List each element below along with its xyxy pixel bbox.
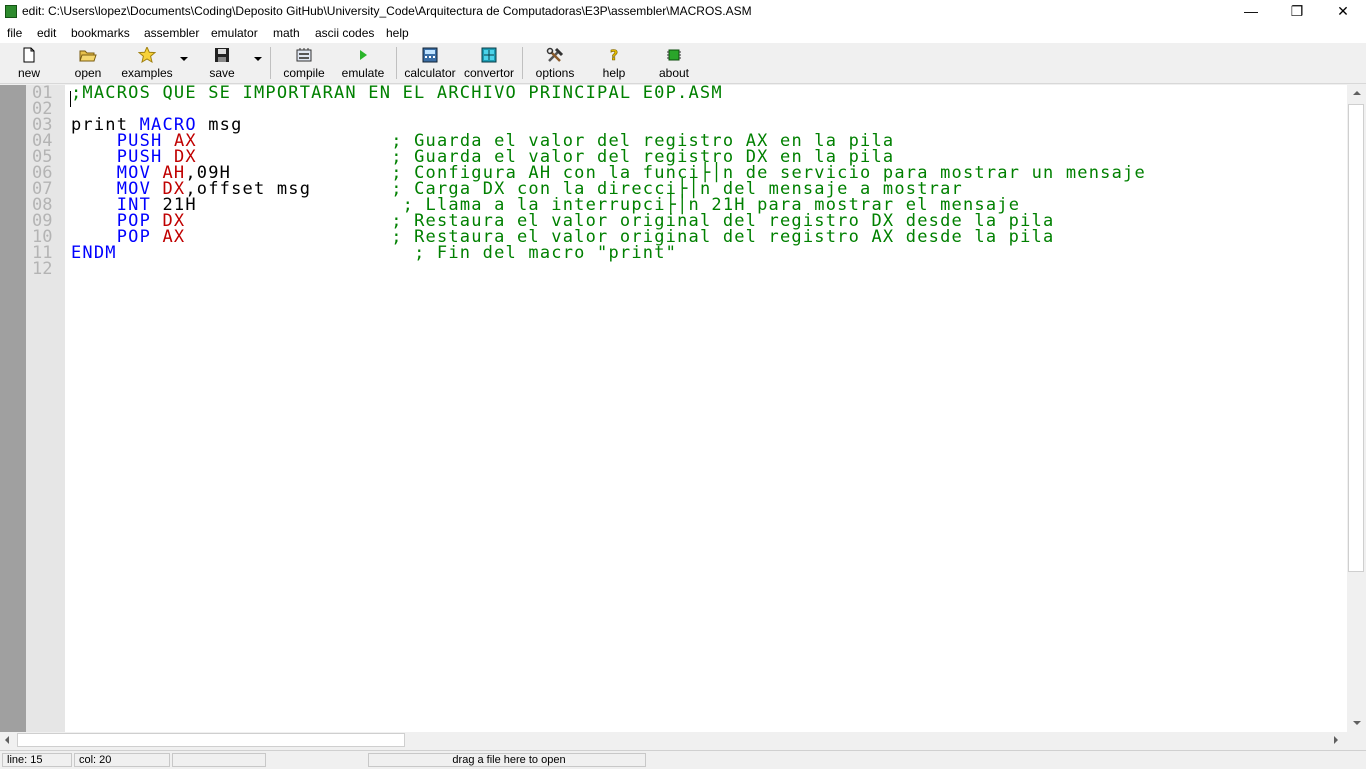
scroll-right-icon[interactable] [1334,736,1338,744]
star-icon [137,45,157,64]
status-col: col: 20 [74,753,170,767]
arrow-down-icon [1353,721,1361,725]
examples-label: examples [121,66,173,80]
open-button[interactable]: open [68,45,108,81]
save-button[interactable]: save [204,45,240,81]
save-label: save [209,66,235,80]
calculator-icon [421,47,439,63]
menu-bookmarks[interactable]: bookmarks [71,26,130,40]
svg-text:?: ? [610,48,618,63]
convertor-label: convertor [463,66,515,80]
close-button[interactable]: ✕ [1320,0,1366,23]
open-folder-icon [79,47,97,63]
scroll-up-button[interactable] [1347,85,1366,102]
about-button[interactable]: about [654,45,694,81]
menu-math[interactable]: math [273,26,300,40]
emulate-label: emulate [341,66,385,80]
compile-button[interactable]: compile [280,45,328,81]
scroll-down-button[interactable] [1347,715,1366,732]
menu-file[interactable]: file [7,26,22,40]
vertical-scrollbar[interactable] [1347,85,1366,732]
status-empty-panel [172,753,266,767]
code-line[interactable]: ;MACROS QUE SE IMPORTARAN EN EL ARCHIVO … [71,83,723,103]
horizontal-scroll-thumb[interactable] [17,733,405,747]
line-number: 12 [32,259,53,279]
new-label: new [17,66,40,80]
code-line[interactable]: ENDM ; Fin del macro "print" [71,243,678,263]
help-label: help [602,66,626,80]
toolbar-separator [270,47,271,79]
convertor-button[interactable]: convertor [462,45,516,81]
save-dropdown-icon[interactable] [254,57,262,61]
scroll-left-icon[interactable] [5,736,9,744]
app-icon [5,5,17,18]
status-bar: line: 15 col: 20 drag a file here to ope… [0,750,1366,769]
new-button[interactable]: new [10,45,48,81]
code-token: ;MACROS QUE SE IMPORTARAN EN EL ARCHIVO … [71,83,723,103]
code-token: ; Fin del macro "print" [414,243,678,263]
text-caret [70,91,71,107]
vertical-scroll-thumb[interactable] [1348,104,1364,572]
status-line: line: 15 [2,753,72,767]
arrow-up-icon [1353,91,1361,95]
toolbar-separator [396,47,397,79]
help-button[interactable]: ? help [598,45,630,81]
menu-bar: file edit bookmarks assembler emulator m… [0,23,1366,43]
minimize-button[interactable]: — [1228,0,1274,23]
convertor-icon [480,47,498,63]
menu-ascii-codes[interactable]: ascii codes [315,26,374,40]
code-token: ENDM [71,243,117,263]
play-icon [354,47,372,63]
editor-margin [0,85,26,732]
examples-button[interactable]: examples [118,45,176,81]
compile-icon [295,47,313,63]
horizontal-scrollbar[interactable] [0,732,1347,749]
restore-button[interactable]: ❐ [1274,0,1320,23]
about-label: about [658,66,690,80]
options-label: options [535,66,575,80]
question-mark-icon: ? [605,47,623,65]
chip-icon [665,47,683,63]
tools-icon [546,47,564,63]
menu-assembler[interactable]: assembler [144,26,199,40]
window-title: edit: C:\Users\lopez\Documents\Coding\De… [22,4,752,18]
examples-dropdown-icon[interactable] [180,57,188,61]
options-button[interactable]: options [532,45,578,81]
floppy-disk-icon [213,47,231,63]
editor-area: 01 02 03 04 05 06 07 08 09 10 11 12 ;MACROS QUE SE I… [0,85,1366,732]
open-label: open [74,66,102,80]
menu-edit[interactable]: edit [37,26,56,40]
new-file-icon [20,47,38,63]
menu-emulator[interactable]: emulator [211,26,258,40]
title-bar: edit: C:\Users\lopez\Documents\Coding\De… [0,0,1366,23]
toolbar-separator [522,47,523,79]
status-drop-hint: drag a file here to open [368,753,646,767]
menu-help[interactable]: help [386,26,409,40]
scrollbar-corner [1347,732,1366,749]
toolbar: new open examples save compile emulate c… [0,43,1366,84]
calculator-button[interactable]: calculator [402,45,458,81]
emulate-button[interactable]: emulate [338,45,388,81]
compile-label: compile [283,66,325,80]
calculator-label: calculator [404,66,456,80]
